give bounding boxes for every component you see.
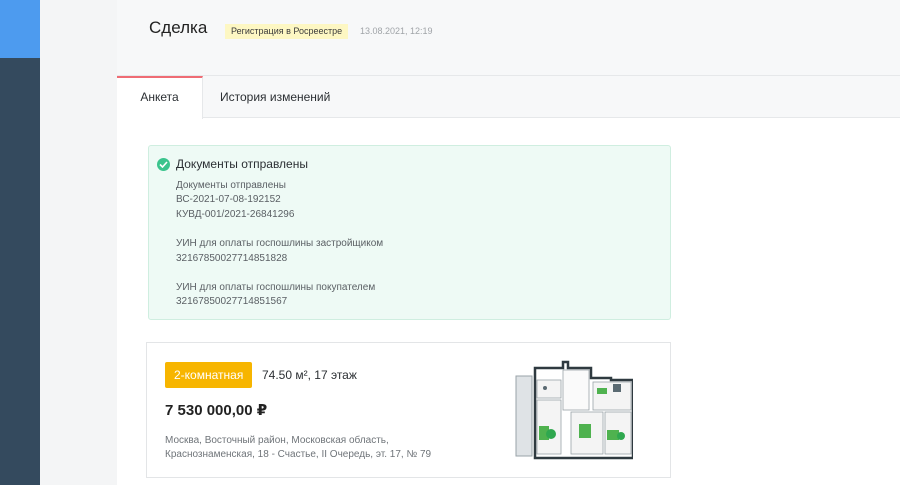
apartment-address: Краснознаменская, 18 - Счастье, II Очере… [165, 449, 432, 460]
tab-bar: Анкета История изменений [117, 76, 900, 119]
apartment-card[interactable]: 2-комнатная 74.50 м², 17 этаж 7 530 000,… [146, 342, 671, 478]
status-badge: Регистрация в Росреестре [225, 24, 349, 39]
apartment-area-floor: 74.50 м², 17 этаж [262, 368, 357, 382]
documents-line: Документы отправлены [176, 180, 286, 191]
documents-line: УИН для оплаты госпошлины застройщиком [176, 238, 384, 249]
page-header: Сделка Регистрация в Росреестре 13.08.20… [117, 0, 900, 76]
documents-sent-notice: Документы отправлены Документы отправлен… [148, 145, 671, 320]
tab-form[interactable]: Анкета [117, 76, 203, 119]
deal-date: 13.08.2021, 12:19 [360, 26, 433, 36]
documents-title: Документы отправлены [176, 157, 308, 171]
documents-line: КУВД-001/2021-26841296 [176, 209, 295, 220]
main-content: Сделка Регистрация в Росреестре 13.08.20… [117, 0, 900, 485]
sidebar-active-item[interactable] [0, 0, 40, 58]
page-title: Сделка [149, 18, 208, 37]
apartment-price: 7 530 000,00 ₽ [165, 402, 268, 419]
rooms-badge: 2-комнатная [165, 362, 253, 388]
tab-history[interactable]: История изменений [220, 76, 330, 118]
documents-line: ВС-2021-07-08-192152 [176, 194, 281, 205]
documents-line: 32167850027714851567 [176, 296, 288, 307]
apartment-address: Москва, Восточный район, Московская обла… [165, 435, 389, 446]
floorplan-image [515, 360, 633, 460]
sidebar [0, 0, 40, 485]
check-circle-icon [157, 158, 170, 171]
documents-line: УИН для оплаты госпошлины покупателем [176, 282, 376, 293]
documents-line: 32167850027714851828 [176, 253, 288, 264]
